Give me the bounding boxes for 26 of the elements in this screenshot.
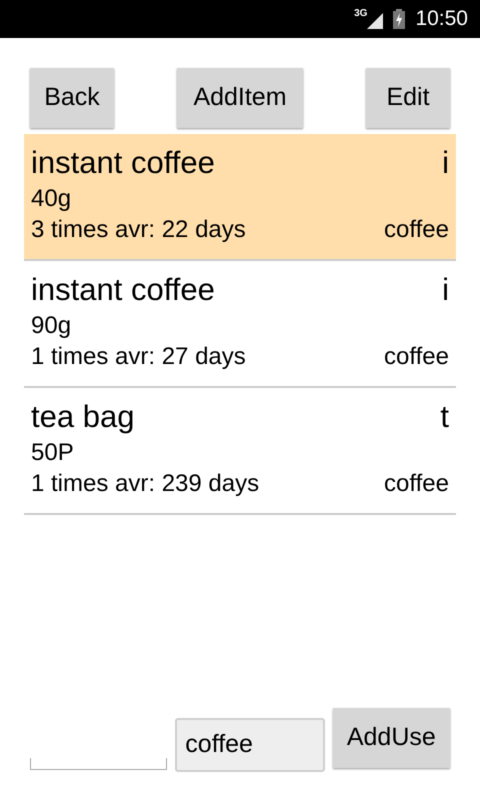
network-label: 3G: [354, 9, 368, 19]
add-item-button[interactable]: AddItem: [177, 68, 303, 128]
item-name: instant coffee: [31, 144, 215, 182]
item-initial: t: [440, 398, 449, 436]
item-size: 50P: [31, 439, 74, 466]
item-category: coffee: [384, 215, 449, 245]
battery-charging-icon: [393, 9, 406, 29]
item-name: tea bag: [31, 398, 134, 436]
item-size: 90g: [31, 312, 72, 339]
add-use-button[interactable]: AddUse: [332, 708, 450, 768]
signal-icon: [367, 13, 384, 29]
usage-text: 1 times avr: 27 days: [31, 342, 246, 372]
item-category: coffee: [384, 342, 449, 372]
input-field[interactable]: [30, 758, 168, 770]
usage-text: 3 times avr: 22 days: [31, 215, 246, 245]
item-category: coffee: [384, 469, 449, 499]
clock-time: 10:50: [415, 6, 468, 32]
usage-text: 1 times avr: 239 days: [31, 469, 260, 499]
item-name: instant coffee: [31, 271, 215, 309]
item-size: 40g: [31, 185, 72, 212]
back-button[interactable]: Back: [30, 68, 114, 128]
item-initial: i: [442, 271, 449, 309]
category-field[interactable]: coffee: [175, 718, 325, 772]
item-initial: i: [442, 144, 449, 182]
edit-button[interactable]: Edit: [366, 68, 450, 128]
list-item[interactable]: instant coffee i 40g 3 times avr: 22 days coffee: [24, 134, 456, 261]
